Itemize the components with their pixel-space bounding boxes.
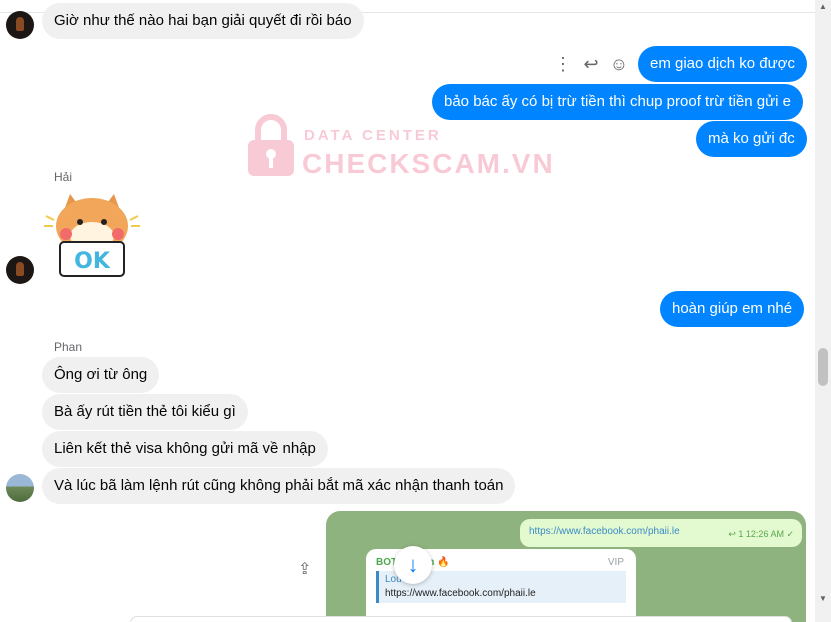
shiba-ok-sticker-icon: OK bbox=[44, 194, 140, 277]
message-outgoing[interactable]: hoàn giúp em nhé bbox=[660, 291, 805, 327]
sticker-text: OK bbox=[74, 249, 111, 274]
scrollbar[interactable]: ▲ ▼ bbox=[815, 0, 831, 622]
sender-name: Phan bbox=[54, 340, 83, 354]
lock-icon bbox=[248, 114, 294, 176]
more-vertical-icon[interactable]: ⋮ bbox=[552, 54, 574, 74]
arrow-down-icon[interactable]: ↓ bbox=[394, 546, 432, 584]
sender-name: Hải bbox=[54, 170, 73, 184]
scroll-down-icon[interactable]: ▼ bbox=[819, 594, 827, 603]
smile-icon[interactable]: ☺ bbox=[608, 54, 630, 74]
watermark-title: CHECKSCAM.VN bbox=[302, 148, 555, 179]
scroll-up-icon[interactable]: ▲ bbox=[819, 2, 827, 11]
watermark-subtitle: DATA CENTER bbox=[304, 127, 442, 144]
message-incoming[interactable]: Ông ơi từ ông bbox=[42, 357, 160, 393]
reply-icon[interactable]: ↩ bbox=[580, 54, 602, 74]
share-icon[interactable]: ⇪ bbox=[298, 559, 311, 579]
message-outgoing[interactable]: em giao dịch ko được bbox=[638, 46, 807, 82]
sticker-shiba-ok[interactable]: OK bbox=[42, 186, 142, 286]
message-incoming[interactable]: Giờ như thế nào hai bạn giải quyết đi rồ… bbox=[42, 3, 364, 39]
avatar[interactable] bbox=[6, 256, 34, 284]
message-outgoing[interactable]: mà ko gửi đc bbox=[696, 121, 807, 157]
avatar[interactable] bbox=[6, 11, 34, 39]
telegram-link: https://www.facebook.com/phaii.le bbox=[529, 526, 680, 537]
telegram-vip-label: VIP bbox=[607, 557, 624, 568]
message-composer[interactable] bbox=[130, 616, 792, 622]
telegram-message: https://www.facebook.com/phaii.le ↩ 1 12… bbox=[520, 519, 802, 547]
watermark: DATA CENTER CHECKSCAM.VN bbox=[246, 112, 553, 182]
message-incoming[interactable]: Bà ấy rút tiền thẻ tôi kiểu gì bbox=[42, 394, 248, 430]
chat-thread: Giờ như thế nào hai bạn giải quyết đi rồ… bbox=[0, 0, 815, 622]
message-incoming[interactable]: Liên kết thẻ visa không gửi mã về nhập bbox=[42, 431, 328, 467]
message-incoming[interactable]: Và lúc bã làm lệnh rút cũng không phải b… bbox=[42, 468, 516, 504]
scrollbar-thumb[interactable] bbox=[818, 348, 828, 386]
telegram-meta: ↩ 1 12:26 AM ✓ bbox=[728, 529, 794, 539]
telegram-quote-link: https://www.facebook.com/phaii.le bbox=[385, 588, 536, 599]
avatar[interactable] bbox=[6, 474, 34, 502]
